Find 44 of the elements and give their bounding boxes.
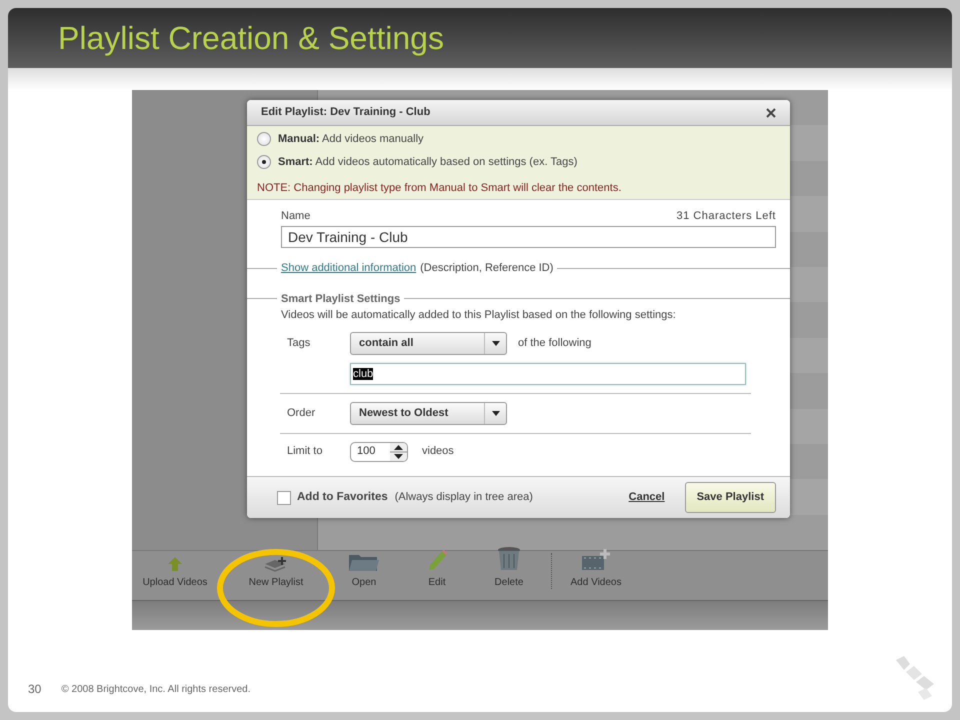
toolbar-button[interactable]: Add Videos xyxy=(564,548,628,590)
section-legend: Smart Playlist Settings xyxy=(281,290,400,307)
radio-label: Smart: Add videos automatically based on settings (ex. Tags) xyxy=(278,154,578,170)
radio-button[interactable] xyxy=(257,132,271,146)
name-field[interactable]: Dev Training - Club xyxy=(281,226,776,248)
stack-plus-icon xyxy=(263,556,289,572)
toolbar-button[interactable]: Edit xyxy=(417,548,457,590)
field-label: of the following xyxy=(518,336,592,351)
field-label: videos xyxy=(422,444,454,460)
cancel-link[interactable]: Cancel xyxy=(628,489,665,506)
checkbox-label: Add to Favorites xyxy=(297,490,388,505)
toolbar-button[interactable]: Upload Videos xyxy=(138,556,212,590)
favorites-checkbox[interactable] xyxy=(277,490,291,504)
field-label: Order xyxy=(287,406,316,421)
close-icon[interactable] xyxy=(766,108,776,118)
limit-spinner[interactable]: 100 xyxy=(350,442,408,462)
field-label: Name xyxy=(281,208,310,224)
dialog-title: Edit Playlist: Dev Training - Club xyxy=(261,105,430,120)
order-dropdown[interactable]: Newest to Oldest xyxy=(350,402,507,424)
show-info-link[interactable]: Show additional information xyxy=(281,260,416,276)
hint-text: (Description, Reference ID) xyxy=(420,261,554,276)
toolbar-button[interactable]: Delete xyxy=(487,546,531,590)
hint-text: (Always display in tree area) xyxy=(394,490,533,506)
toolbar-button[interactable]: Open xyxy=(344,552,384,590)
save-playlist-button[interactable]: Save Playlist xyxy=(684,482,776,513)
page-number: 30 xyxy=(28,681,42,698)
radio-label: Manual: Add videos manually xyxy=(278,132,424,147)
pencil-icon xyxy=(426,548,448,572)
folder-icon xyxy=(348,552,380,572)
upload-arrow-icon xyxy=(167,556,183,572)
spin-arrows-icon xyxy=(390,442,407,460)
section-description: Videos will be automatically added to this Playlist based on the following settings: xyxy=(280,308,677,323)
warning-note: NOTE: Changing playlist type from Manual to Smart will clear the contents. xyxy=(257,181,622,196)
tags-dropdown[interactable]: contain all xyxy=(350,332,507,354)
copyright-text: © 2008 Brightcove, Inc. All rights reserved. xyxy=(61,682,250,696)
radio-button[interactable] xyxy=(257,154,271,169)
field-label: Tags xyxy=(287,336,312,351)
character-count: 31 Characters Left xyxy=(676,208,776,224)
tags-field[interactable]: club xyxy=(350,362,746,384)
cubes-logo-icon xyxy=(894,656,936,700)
caret-icon xyxy=(492,340,500,346)
film-plus-icon xyxy=(581,548,611,572)
slide-title: Playlist Creation & Settings xyxy=(58,19,444,58)
field-label: Limit to xyxy=(287,444,324,460)
